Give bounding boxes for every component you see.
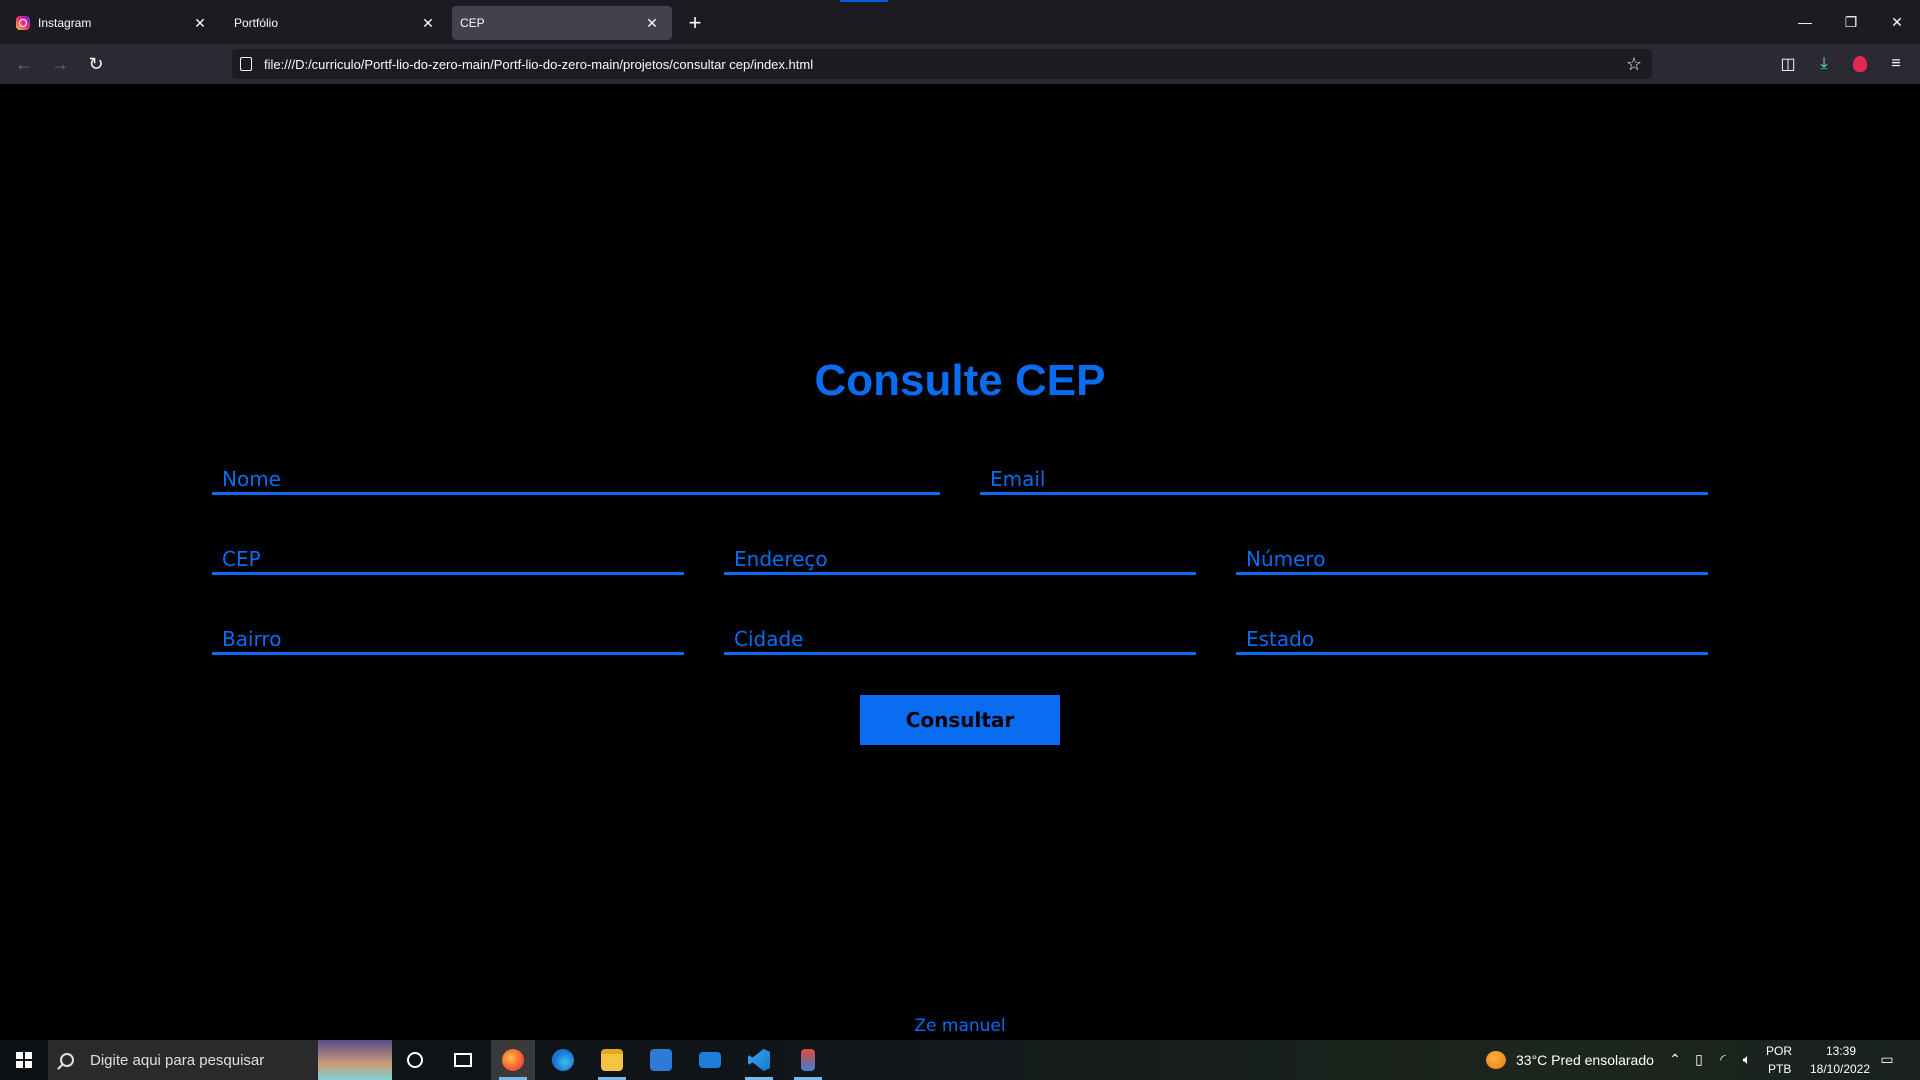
downloads-icon[interactable]: ⤓ [1812, 52, 1836, 76]
browser-tab-strip: Instagram ✕ Portfólio ✕ CEP ✕ + — ❐ ✕ [0, 0, 1920, 44]
taskbar-vscode[interactable] [737, 1040, 781, 1080]
battery-icon[interactable]: ▯ [1690, 1050, 1708, 1068]
tab-label: Instagram [38, 16, 92, 30]
tab-cep[interactable]: CEP ✕ [452, 6, 672, 40]
weather-text[interactable]: 33°C Pred ensolarado [1516, 1052, 1654, 1068]
cortana-icon [407, 1052, 423, 1068]
search-icon [60, 1053, 74, 1067]
browser-toolbar: ← → ↻ file:///D:/curriculo/Portf-lio-do-… [0, 44, 1920, 84]
network-icon[interactable]: ◜ [1714, 1050, 1732, 1068]
name-field[interactable] [212, 455, 940, 495]
taskbar: Digite aqui para pesquisar 33°C Pred ens… [0, 1040, 1920, 1080]
cep-field[interactable] [212, 535, 684, 575]
language-code[interactable]: POR [1766, 1044, 1792, 1058]
taskbar-app[interactable] [786, 1040, 830, 1080]
app-icon [801, 1049, 815, 1071]
page-title: Consulte CEP [814, 356, 1106, 405]
tab-label: Portfólio [234, 16, 279, 30]
tab-activity-indicator [840, 0, 888, 2]
start-button[interactable] [0, 1040, 48, 1080]
keyboard-layout[interactable]: PTB [1768, 1062, 1791, 1076]
cep-input[interactable] [212, 535, 684, 572]
state-field[interactable] [1236, 615, 1708, 655]
taskbar-explorer[interactable] [590, 1040, 634, 1080]
footer-author: Ze manuel [914, 1016, 1006, 1036]
back-button[interactable]: ← [10, 50, 38, 78]
page-icon [240, 57, 252, 71]
chevron-up-icon[interactable]: ⌃ [1666, 1050, 1684, 1068]
vscode-icon [748, 1049, 770, 1071]
screen: Instagram ✕ Portfólio ✕ CEP ✕ + — ❐ ✕ ← … [0, 0, 1920, 1080]
address-input[interactable] [724, 535, 1196, 572]
search-highlight-image [318, 1040, 392, 1080]
search-placeholder: Digite aqui para pesquisar [90, 1051, 265, 1069]
taskbar-firefox[interactable] [491, 1040, 535, 1080]
taskbar-mail[interactable] [688, 1040, 732, 1080]
url-text: file:///D:/curriculo/Portf-lio-do-zero-m… [264, 56, 814, 72]
tab-instagram[interactable]: Instagram ✕ [4, 6, 220, 40]
neighborhood-field[interactable] [212, 615, 684, 655]
windows-icon [16, 1052, 32, 1068]
extension-icon[interactable] [1848, 52, 1872, 76]
taskbar-edge[interactable] [541, 1040, 585, 1080]
close-icon[interactable]: ✕ [644, 15, 660, 31]
clock-time[interactable]: 13:39 [1816, 1044, 1866, 1058]
new-tab-button[interactable]: + [682, 10, 708, 36]
bookmark-star-icon[interactable]: ☆ [1626, 54, 1642, 75]
address-bar[interactable]: file:///D:/curriculo/Portf-lio-do-zero-m… [232, 49, 1652, 79]
task-view-icon [454, 1053, 472, 1067]
minimize-button[interactable]: — [1782, 8, 1828, 36]
consult-button[interactable]: Consultar [860, 695, 1060, 745]
store-icon [650, 1049, 672, 1071]
email-input[interactable] [980, 455, 1708, 492]
address-field[interactable] [724, 535, 1196, 575]
volume-icon[interactable]: 🔈︎ [1738, 1050, 1756, 1068]
close-window-button[interactable]: ✕ [1874, 8, 1920, 36]
number-input[interactable] [1236, 535, 1708, 572]
pocket-icon[interactable]: ◫ [1776, 52, 1800, 76]
forward-button[interactable]: → [46, 50, 74, 78]
state-input[interactable] [1236, 615, 1708, 652]
close-icon[interactable]: ✕ [420, 15, 436, 31]
city-field[interactable] [724, 615, 1196, 655]
number-field[interactable] [1236, 535, 1708, 575]
taskbar-search[interactable]: Digite aqui para pesquisar [48, 1040, 392, 1080]
taskbar-store[interactable] [639, 1040, 683, 1080]
name-input[interactable] [212, 455, 940, 492]
reload-button[interactable]: ↻ [82, 50, 110, 78]
firefox-icon [502, 1049, 524, 1071]
weather-icon [1486, 1051, 1506, 1069]
tab-portfolio[interactable]: Portfólio ✕ [224, 6, 448, 40]
tab-label: CEP [460, 16, 485, 30]
notification-icon[interactable]: ▭ [1878, 1050, 1896, 1068]
close-icon[interactable]: ✕ [192, 15, 208, 31]
restore-button[interactable]: ❐ [1828, 8, 1874, 36]
edge-icon [552, 1049, 574, 1071]
menu-icon[interactable]: ≡ [1884, 52, 1908, 76]
mail-icon [699, 1052, 721, 1068]
cortana-button[interactable] [393, 1040, 437, 1080]
clock-date[interactable]: 18/10/2022 [1800, 1062, 1880, 1076]
neighborhood-input[interactable] [212, 615, 684, 652]
folder-icon [601, 1049, 623, 1071]
city-input[interactable] [724, 615, 1196, 652]
instagram-icon [16, 16, 30, 30]
task-view-button[interactable] [441, 1040, 485, 1080]
email-field[interactable] [980, 455, 1708, 495]
